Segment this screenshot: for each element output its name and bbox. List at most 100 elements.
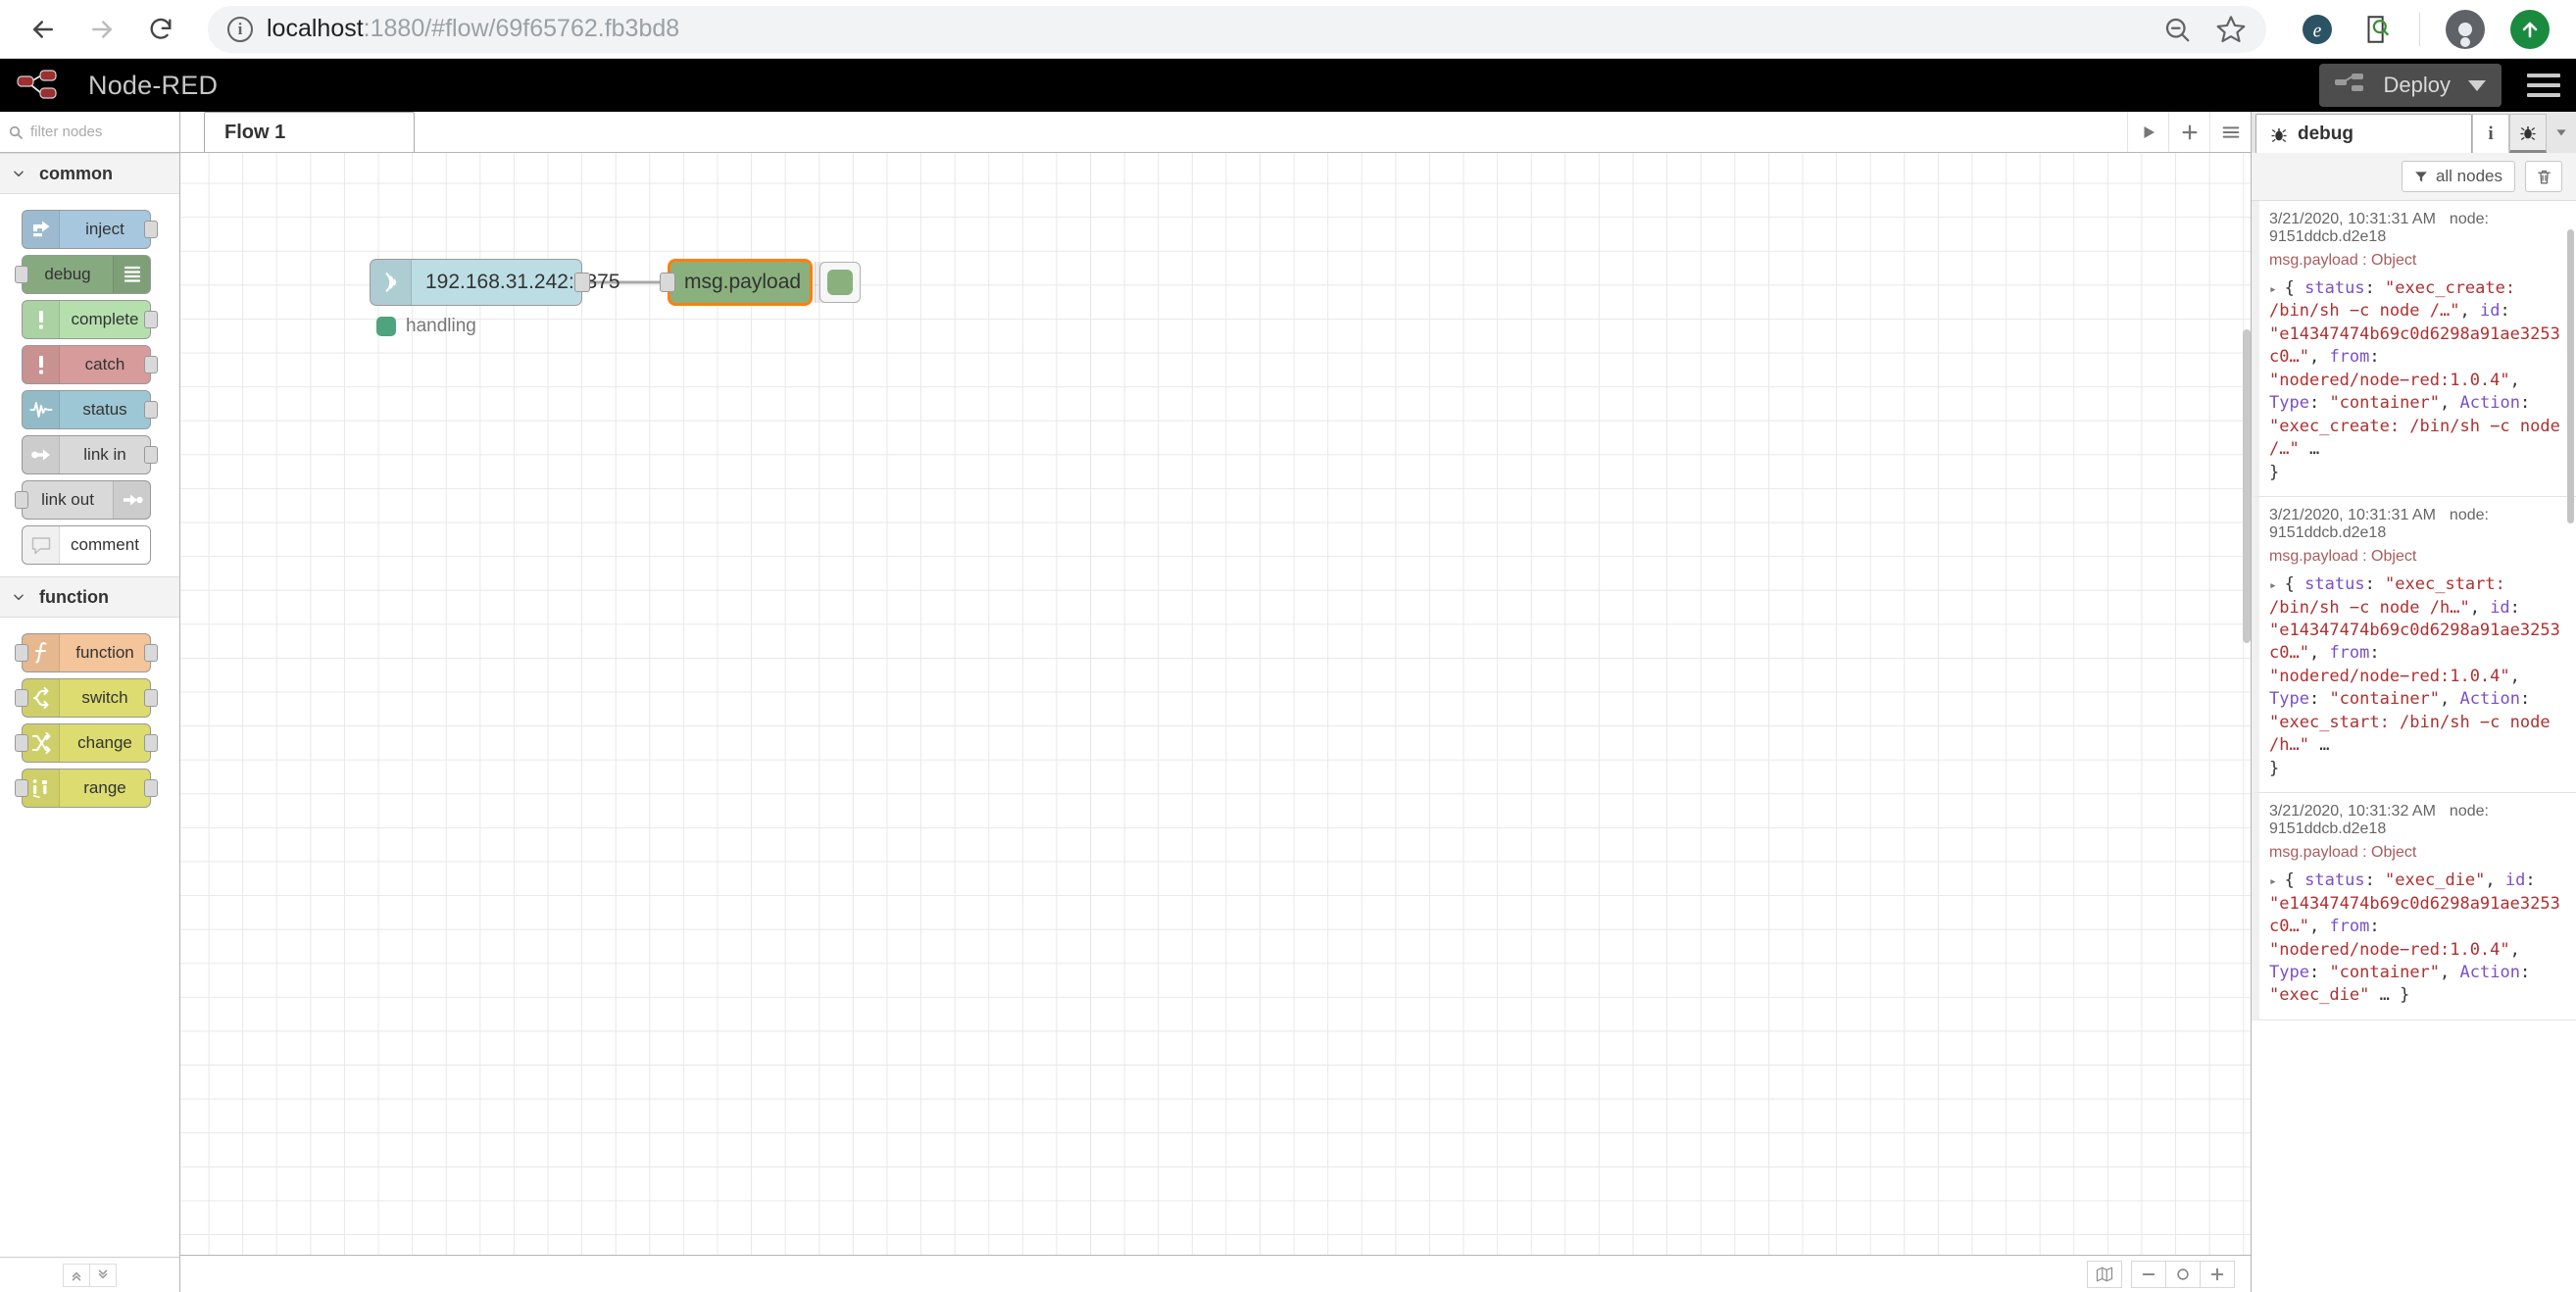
canvas-column: Flow 1 192.168.31.242:2375 handling msg.… [180,112,2251,1292]
expand-triangle-icon[interactable]: ▸ [2269,874,2285,889]
palette-search[interactable]: filter nodes [0,112,179,153]
star-icon[interactable] [2215,14,2247,45]
flow-tab-label: Flow 1 [224,121,286,143]
json-punct: : [2519,689,2531,710]
debug-message-list[interactable]: 3/21/2020, 10:31:31 AM node: 9151ddcb.d2e… [2252,200,2576,1292]
json-punct: : [2509,597,2520,618]
node-output-port[interactable] [574,273,590,292]
zoom-reset-button[interactable] [2165,1260,2201,1288]
json-key: status [2304,574,2365,595]
node-output-port[interactable] [144,779,158,797]
expand-triangle-icon[interactable]: ▸ [2269,578,2285,593]
json-punct: , [2485,870,2505,891]
palette-node-change[interactable]: change [15,723,158,763]
zoom-out-button[interactable] [2131,1260,2166,1288]
palette-node-complete[interactable]: complete [22,300,158,339]
palette-node-status[interactable]: status [22,390,158,429]
json-key: status [2304,870,2365,891]
play-icon[interactable] [2127,112,2168,152]
palette-node-switch[interactable]: switch [15,678,158,718]
forward-button[interactable] [76,4,127,55]
node-output-port[interactable] [144,734,158,752]
node-output-port[interactable] [144,221,158,238]
json-key: Type [2269,962,2309,982]
debug-message[interactable]: 3/21/2020, 10:31:32 AM node: 9151ddcb.d2e… [2252,793,2576,1020]
palette-node-range[interactable]: range [15,769,158,808]
debug-scrollbar[interactable] [2567,229,2574,523]
node-output-port[interactable] [144,356,158,373]
sidebar-tab-debug[interactable]: debug [2255,114,2472,153]
flow-tab-1[interactable]: Flow 1 [204,112,415,152]
profile-avatar-icon[interactable] [2446,9,2485,49]
update-arrow-icon[interactable] [2510,9,2550,49]
node-input-port[interactable] [15,734,28,752]
site-info-icon[interactable]: i [227,16,253,42]
debug-message[interactable]: 3/21/2020, 10:31:31 AM node: 9151ddcb.d2e… [2252,497,2576,794]
expand-triangle-icon[interactable]: ▸ [2269,282,2285,297]
palette-node-link-in[interactable]: link in [22,435,158,474]
deploy-button[interactable]: Deploy [2318,64,2502,107]
extension-e-icon[interactable]: e [2300,12,2335,47]
reload-button[interactable] [135,4,186,55]
canvas-scrollbar[interactable] [2243,329,2251,643]
json-punct: , [2440,962,2460,982]
palette-node-catch[interactable]: catch [22,345,158,384]
palette-category-common[interactable]: common [0,153,179,194]
node-input-port[interactable] [15,689,28,707]
node-output-port[interactable] [144,644,158,662]
flow-canvas[interactable]: 192.168.31.242:2375 handling msg.payload [180,153,2251,1255]
deploy-dropdown-icon[interactable] [2468,79,2486,91]
palette-node-debug[interactable]: debug [15,255,151,294]
sidebar-debug-button[interactable] [2509,114,2547,153]
address-bar[interactable]: i localhost:1880/#flow/69f65762.fb3bd8 [208,5,2266,53]
extension-inspect-icon[interactable] [2360,13,2394,46]
flow-node-docker-events[interactable]: 192.168.31.242:2375 [370,259,620,306]
json-string: "container" [2329,689,2441,710]
debug-filter-button[interactable]: all nodes [2401,161,2515,192]
node-output-port[interactable] [144,689,158,707]
node-input-port[interactable] [15,491,28,509]
palette-category-body: inject debug complete catch status link in lin… [0,194,179,576]
sidebar-info-button[interactable]: i [2472,114,2509,153]
chevron-down-icon[interactable] [2547,112,2576,153]
node-input-port[interactable] [15,266,28,283]
deploy-icon [2333,71,2366,100]
node-output-port[interactable] [144,446,158,464]
node-output-port[interactable] [144,401,158,419]
map-icon[interactable] [2087,1260,2122,1288]
waveform-icon [23,391,60,428]
flow-node-msg-payload[interactable]: msg.payload [660,259,857,306]
debug-list-icon [113,256,150,293]
palette-node-label: status [82,400,127,419]
json-punct: , [2509,939,2520,960]
workspace: filter nodes common inject debug complete ca… [0,112,2576,1292]
json-punct: : [2369,917,2380,937]
palette-node-inject[interactable]: inject [22,210,158,249]
list-tabs-icon[interactable] [2209,112,2251,152]
json-key: Action [2459,962,2520,982]
json-punct: … [2308,735,2330,756]
node-input-port[interactable] [15,779,28,797]
back-button[interactable] [18,4,69,55]
expand-all-icon[interactable] [88,1263,117,1287]
hamburger-menu-icon[interactable] [2527,74,2560,97]
collapse-all-icon[interactable] [62,1263,90,1287]
node-output-port[interactable] [144,311,158,328]
palette-node-link-out[interactable]: link out [15,480,151,520]
palette-node-comment[interactable]: comment [22,525,151,565]
node-input-port[interactable] [660,273,675,292]
palette-node-function[interactable]: function [15,633,158,672]
debug-message[interactable]: 3/21/2020, 10:31:31 AM node: 9151ddcb.d2e… [2252,201,2576,498]
node-input-port[interactable] [15,644,28,662]
debug-node-toggle-button[interactable] [819,262,861,303]
clear-debug-button[interactable] [2525,161,2562,192]
exclamation-icon [23,346,60,383]
zoom-in-button[interactable] [2200,1260,2235,1288]
add-tab-icon[interactable] [2168,112,2209,152]
flow-node-docker-events-label: 192.168.31.242:2375 [425,271,620,293]
palette-category-function[interactable]: function [0,576,179,618]
zoom-out-icon[interactable] [2162,15,2192,44]
json-punct: : [2364,278,2386,298]
flow-tabbar: Flow 1 [180,112,2251,153]
palette-node-label: range [83,778,126,797]
